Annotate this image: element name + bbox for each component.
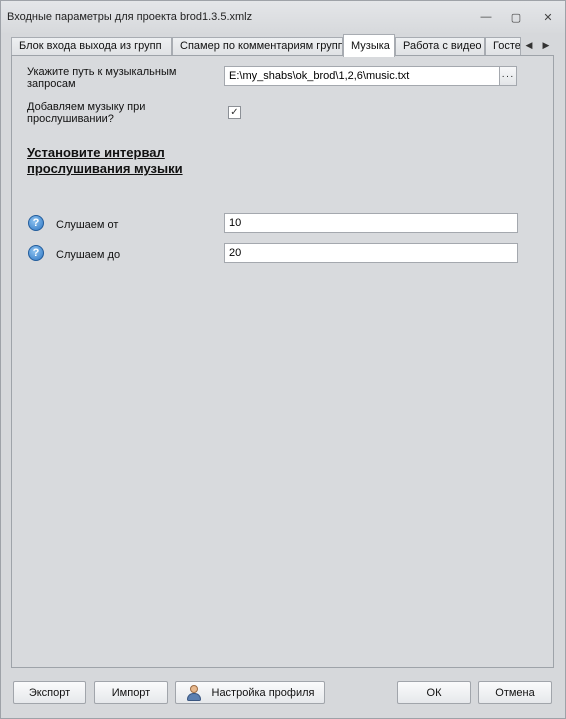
ok-button[interactable]: ОК: [397, 681, 471, 704]
window-title: Входные параметры для проекта brod1.3.5.…: [7, 11, 253, 23]
interval-section-header: Установите интервал прослушивания музыки: [27, 145, 183, 176]
tab-scroll-left-icon[interactable]: ◀: [523, 38, 535, 52]
tab-video[interactable]: Работа с видео: [395, 37, 485, 56]
listen-from-input[interactable]: 10: [224, 213, 518, 233]
close-button[interactable]: ✕: [539, 9, 557, 25]
tab-guests[interactable]: Гостевые: [485, 37, 521, 56]
restore-button[interactable]: ▢: [507, 9, 525, 25]
tab-group-entry-exit[interactable]: Блок входа выхода из групп: [11, 37, 172, 56]
add-music-label: Добавляем музыку при прослушивании?: [27, 101, 146, 125]
tab-music[interactable]: Музыка: [343, 34, 395, 57]
listen-to-input[interactable]: 20: [224, 243, 518, 263]
title-bar[interactable]: Входные параметры для проекта brod1.3.5.…: [1, 1, 565, 33]
profile-settings-button[interactable]: Настройка профиля: [175, 681, 325, 704]
profile-settings-label: Настройка профиля: [211, 686, 315, 699]
music-path-label: Укажите путь к музыкальным запросам: [27, 66, 177, 90]
listen-from-label: Слушаем от: [56, 219, 119, 231]
music-settings-panel: Укажите путь к музыкальным запросам E:\m…: [11, 55, 554, 668]
check-icon: ✓: [230, 106, 239, 118]
dialog-window: Входные параметры для проекта brod1.3.5.…: [0, 0, 566, 719]
export-button[interactable]: Экспорт: [13, 681, 86, 704]
help-icon[interactable]: ?: [28, 215, 44, 231]
import-button[interactable]: Импорт: [94, 681, 168, 704]
profile-icon: [186, 684, 202, 701]
music-path-input[interactable]: E:\my_shabs\ok_brod\1,2,6\music.txt: [224, 66, 500, 86]
tab-scroll-right-icon[interactable]: ▶: [540, 38, 552, 52]
add-music-checkbox[interactable]: ✓: [228, 106, 241, 119]
help-icon[interactable]: ?: [28, 245, 44, 261]
tab-strip: Блок входа выхода из групп Спамер по ком…: [11, 34, 557, 57]
listen-to-label: Слушаем до: [56, 249, 121, 261]
tab-comment-spammer[interactable]: Спамер по комментариям групп: [172, 37, 343, 56]
browse-button[interactable]: ···: [500, 66, 517, 86]
cancel-button[interactable]: Отмена: [478, 681, 552, 704]
minimize-button[interactable]: —: [477, 9, 495, 25]
